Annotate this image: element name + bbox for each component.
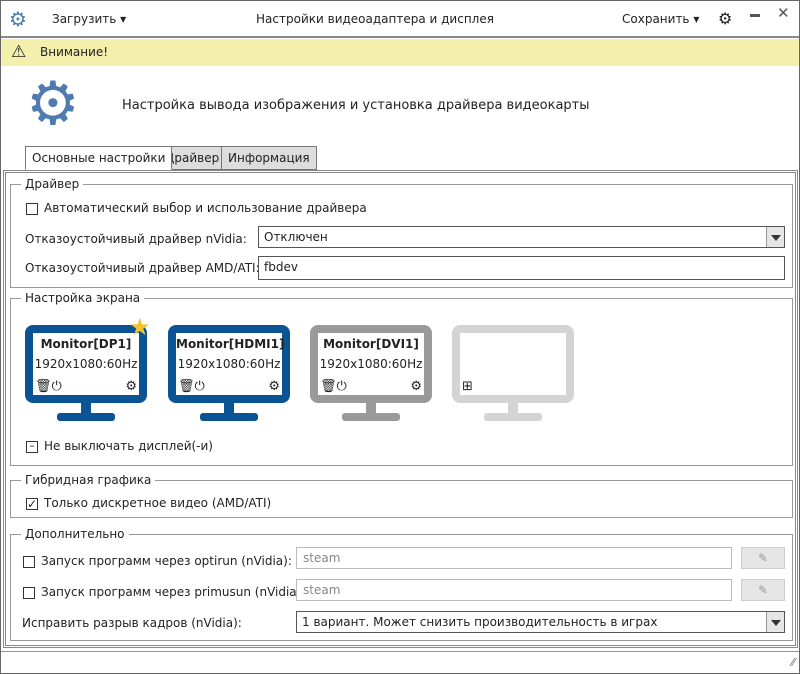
dropdown-option-fbdev[interactable]: fbdev bbox=[264, 260, 298, 274]
edit-icon: ✎ bbox=[757, 583, 769, 597]
edit-icon: ✎ bbox=[757, 551, 769, 565]
monitor-dp1[interactable]: Monitor[DP1] 1920x1080:60Hz 🗑⏻ ⚙ ★ bbox=[25, 313, 151, 423]
dropdown-list[interactable]: fbdev bbox=[258, 256, 785, 280]
warning-bar[interactable]: ⚠ Внимание! bbox=[1, 39, 799, 66]
driver-group-title: Драйвер bbox=[21, 177, 84, 191]
title-bar: ⚙ Загрузить ▾ Настройки видеоадаптера и … bbox=[1, 1, 799, 38]
monitor-name: Monitor[HDMI1] bbox=[176, 337, 285, 351]
keep-display-label: Не выключать дисплей(-и) bbox=[44, 439, 213, 453]
warning-icon: ⚠ bbox=[11, 42, 27, 62]
gear-icon[interactable]: ⚙ bbox=[410, 379, 422, 394]
primary-star-icon: ★ bbox=[129, 313, 151, 341]
optirun-input[interactable]: steam bbox=[296, 547, 732, 569]
tearing-label: Исправить разрыв кадров (nVidia): bbox=[22, 616, 242, 630]
power-icon[interactable]: ⏻ bbox=[195, 379, 205, 394]
primusun-checkbox[interactable]: Запуск программ через primusun (nVidia): bbox=[23, 585, 305, 599]
save-label: Сохранить bbox=[622, 12, 690, 26]
header-gears-icon: ⚙ bbox=[26, 69, 80, 139]
monitor-resolution: 1920x1080:60Hz bbox=[177, 357, 281, 371]
discrete-video-checkbox[interactable]: ✓ Только дискретное видео (AMD/ATI) bbox=[26, 496, 271, 510]
trash-icon[interactable]: 🗑 bbox=[178, 379, 195, 394]
monitor-name: Monitor[DVI1] bbox=[323, 337, 419, 351]
save-menu[interactable]: Сохранить ▾ bbox=[622, 12, 699, 26]
optirun-edit-button[interactable]: ✎ bbox=[741, 547, 785, 569]
primusun-label: Запуск программ через primusun (nVidia): bbox=[41, 585, 306, 599]
optirun-label: Запуск программ через optirun (nVidia): bbox=[41, 554, 292, 568]
resize-grip-icon[interactable]: ⁄⁄ bbox=[791, 656, 795, 669]
monitor-resolution: 1920x1080:60Hz bbox=[34, 357, 138, 371]
minimize-button[interactable] bbox=[750, 14, 760, 17]
extra-group-title: Дополнительно bbox=[21, 527, 129, 541]
auto-driver-label: Автоматический выбор и использование дра… bbox=[44, 201, 367, 215]
header-text: Настройка вывода изображения и установка… bbox=[122, 98, 590, 113]
tab-info[interactable]: Информация bbox=[221, 146, 317, 170]
add-monitor-icon[interactable]: ⊞ bbox=[462, 379, 473, 394]
amd-driver-label: Отказоустойчивый драйвер AMD/ATI: bbox=[25, 261, 260, 275]
monitor-empty-slot[interactable]: ⊞ bbox=[452, 325, 574, 423]
tearing-select[interactable]: 1 вариант. Может снизить производительно… bbox=[296, 611, 785, 633]
tearing-value: 1 вариант. Может снизить производительно… bbox=[302, 615, 658, 629]
power-icon[interactable]: ⏻ bbox=[52, 379, 62, 394]
screen-group-title: Настройка экрана bbox=[21, 291, 145, 305]
monitor-name: Monitor[DP1] bbox=[40, 337, 132, 351]
gear-icon[interactable]: ⚙ bbox=[125, 379, 137, 394]
monitor-resolution: 1920x1080:60Hz bbox=[319, 357, 423, 371]
settings-gear-icon[interactable]: ⚙ bbox=[718, 9, 732, 28]
hybrid-group-title: Гибридная графика bbox=[21, 473, 156, 487]
chevron-down-icon[interactable] bbox=[766, 227, 784, 247]
header: ⚙ Настройка вывода изображения и установ… bbox=[1, 67, 799, 146]
primusun-edit-button[interactable]: ✎ bbox=[741, 579, 785, 601]
close-button[interactable]: ✕ bbox=[777, 4, 790, 22]
nvidia-driver-label: Отказоустойчивый драйвер nVidia: bbox=[25, 232, 247, 246]
nvidia-driver-select[interactable]: Отключен bbox=[258, 226, 785, 248]
trash-icon[interactable]: 🗑 bbox=[35, 379, 52, 394]
nvidia-driver-value: Отключен bbox=[264, 230, 328, 244]
gear-icon[interactable]: ⚙ bbox=[268, 379, 280, 394]
tab-main[interactable]: Основные настройки bbox=[25, 146, 173, 170]
hybrid-group: Гибридная графика ✓ Только дискретное вид… bbox=[10, 473, 793, 518]
power-icon[interactable]: ⏻ bbox=[337, 379, 347, 394]
discrete-video-label: Только дискретное видео (AMD/ATI) bbox=[44, 496, 272, 510]
trash-icon[interactable]: 🗑 bbox=[320, 379, 337, 394]
monitor-dvi1[interactable]: Monitor[DVI1] 1920x1080:60Hz 🗑⏻ ⚙ bbox=[310, 325, 432, 423]
monitor-hdmi1[interactable]: Monitor[HDMI1] 1920x1080:60Hz 🗑⏻ ⚙ bbox=[168, 325, 290, 423]
auto-driver-checkbox[interactable]: Автоматический выбор и использование дра… bbox=[26, 201, 367, 215]
status-bar: ⁄⁄ bbox=[1, 651, 799, 674]
keep-display-checkbox[interactable]: – Не выключать дисплей(-и) bbox=[26, 439, 213, 453]
warning-text: Внимание! bbox=[40, 45, 109, 59]
optirun-checkbox[interactable]: Запуск программ через optirun (nVidia): bbox=[23, 554, 292, 568]
chevron-down-icon[interactable] bbox=[766, 612, 784, 632]
primusun-input[interactable]: steam bbox=[296, 579, 732, 601]
